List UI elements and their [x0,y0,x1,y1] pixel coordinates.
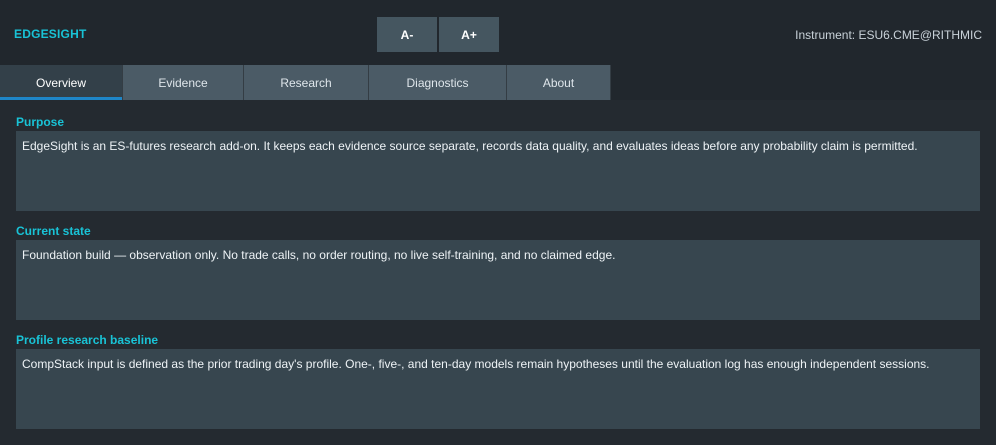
current-state-heading: Current state [16,224,91,238]
app-brand: EDGESIGHT [14,27,87,41]
purpose-heading: Purpose [16,115,65,129]
current-state-text: Foundation build — observation only. No … [16,240,980,320]
purpose-text: EdgeSight is an ES-futures research add-… [16,131,980,211]
tab-evidence[interactable]: Evidence [123,65,244,100]
tab-about[interactable]: About [507,65,611,100]
profile-baseline-heading: Profile research baseline [16,333,159,347]
overview-panel: Purpose EdgeSight is an ES-futures resea… [0,100,996,445]
profile-baseline-text: CompStack input is defined as the prior … [16,349,980,429]
instrument-label: Instrument: ESU6.CME@RITHMIC [795,28,982,42]
tab-research[interactable]: Research [244,65,369,100]
tab-diagnostics[interactable]: Diagnostics [369,65,507,100]
font-increase-button[interactable]: A+ [439,17,499,52]
tab-overview[interactable]: Overview [0,65,123,100]
app-header: EDGESIGHT A- A+ Instrument: ESU6.CME@RIT… [0,0,996,65]
font-decrease-button[interactable]: A- [377,17,437,52]
tab-bar: Overview Evidence Research Diagnostics A… [0,65,996,100]
